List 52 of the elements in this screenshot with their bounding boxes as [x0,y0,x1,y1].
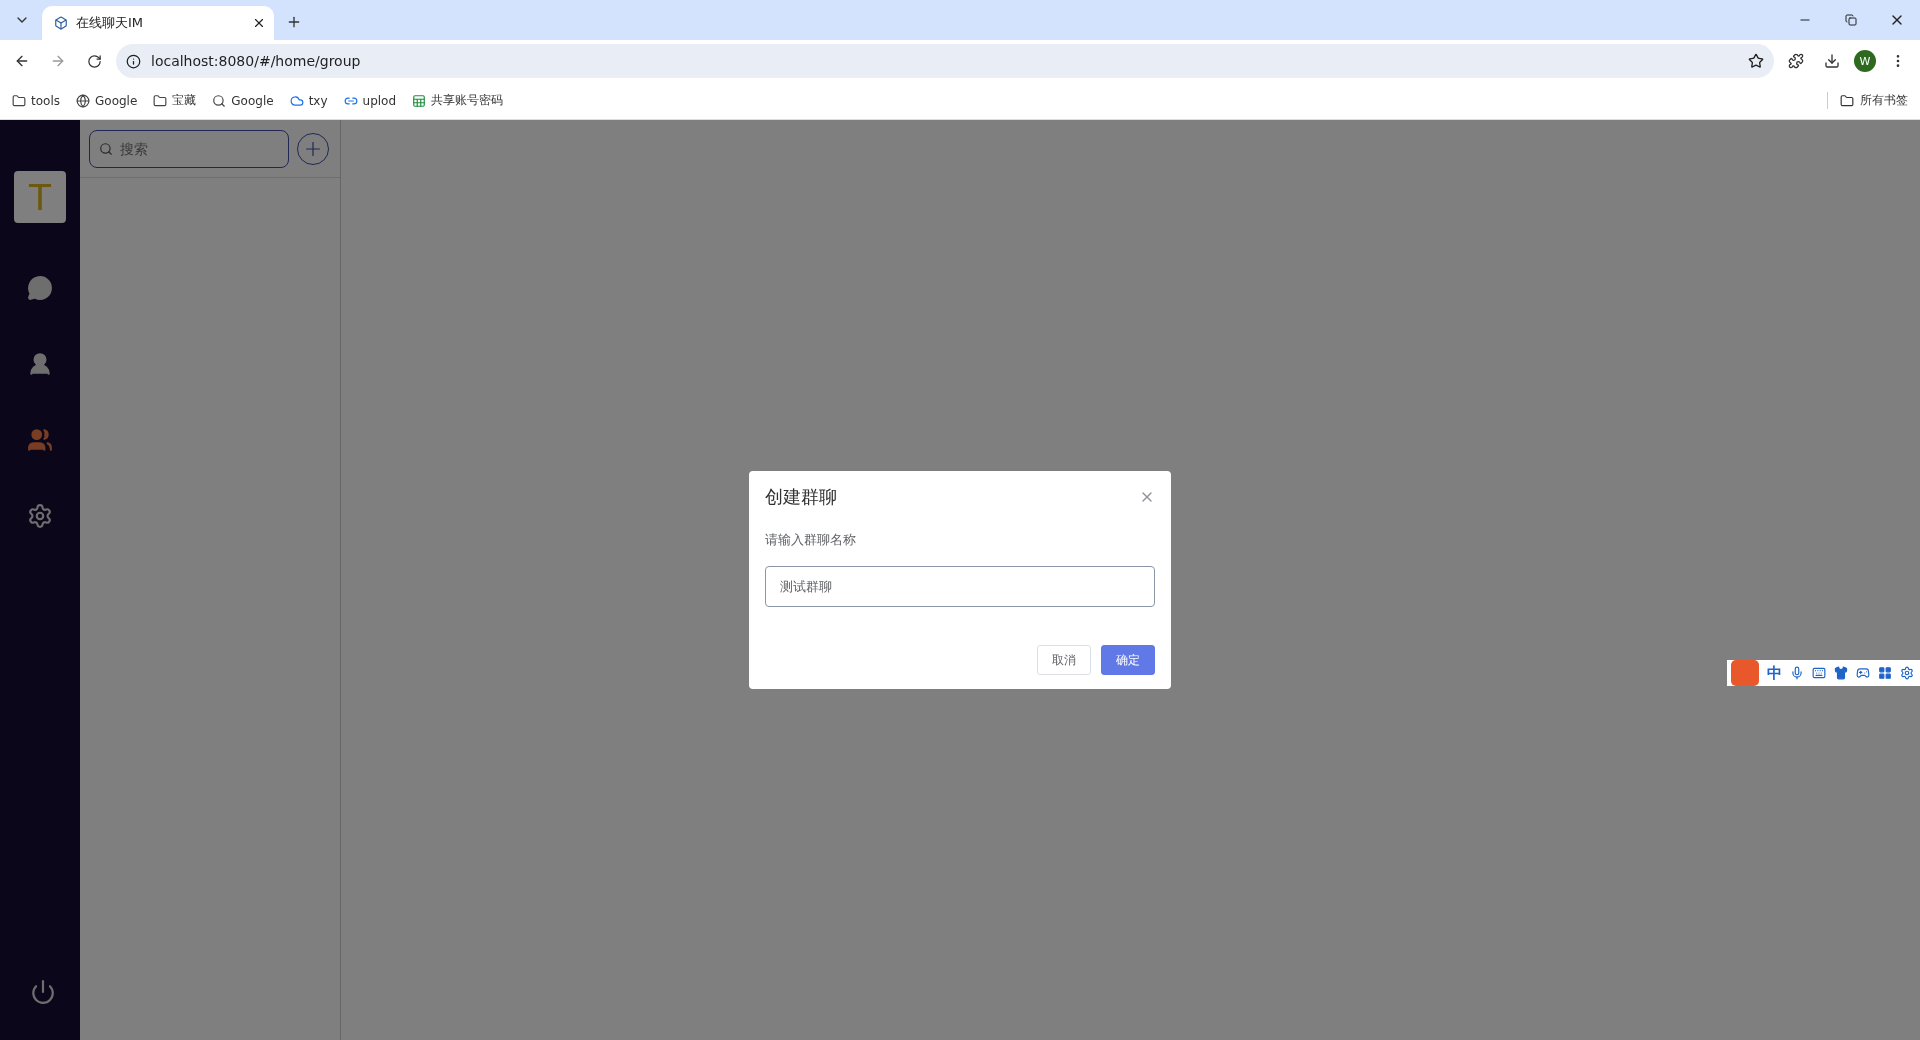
bookmark-label: txy [308,93,328,108]
close-icon[interactable] [252,16,266,30]
bookmark-label: 宝藏 [172,92,197,109]
bookmark-item[interactable]: txy [289,93,328,108]
folder-icon [12,93,26,108]
bookmark-item[interactable]: Google [212,93,274,108]
all-bookmarks-label: 所有书签 [1860,92,1908,109]
bookmark-item[interactable]: Google [76,93,138,108]
browser-tab[interactable]: 在线聊天IM [42,6,274,40]
keyboard-icon[interactable] [1812,666,1826,680]
bookmark-item[interactable]: tools [12,93,60,108]
reload-icon [86,53,102,69]
dialog-title: 创建群聊 [765,485,837,509]
shirt-icon[interactable] [1834,666,1848,680]
bookmark-item[interactable]: 共享账号密码 [412,92,504,109]
address-bar[interactable]: localhost:8080/#/home/group [116,44,1774,78]
bookmark-label: Google [231,93,274,108]
download-icon [1824,53,1840,69]
bookmark-item[interactable]: 宝藏 [153,92,197,109]
cloud-icon [289,93,304,108]
bookmark-label: 共享账号密码 [431,92,504,109]
group-name-field[interactable]: 测试群聊 [765,566,1155,607]
bookmark-label: tools [31,93,60,108]
search-icon [99,141,113,156]
bookmark-star-icon[interactable] [1748,53,1764,69]
forward-arrow-icon [50,53,66,69]
power-icon [30,979,56,1005]
puzzle-icon [1788,53,1804,69]
all-bookmarks-button[interactable]: 所有书签 [1827,92,1908,109]
info-icon[interactable] [126,53,141,69]
logout-button[interactable] [30,979,56,1005]
search-field[interactable]: 搜索 [89,129,289,168]
globe-icon [76,93,90,108]
grid-icon[interactable] [1878,666,1892,680]
ime-logo[interactable] [1731,660,1759,686]
microphone-icon[interactable] [1790,666,1804,680]
bookmark-label: uplod [362,93,397,108]
profile-avatar[interactable]: W [1854,50,1876,72]
settings-icon[interactable] [1900,666,1914,680]
folder-icon [153,93,168,108]
gamepad-icon[interactable] [1856,666,1870,680]
cancel-button[interactable]: 取消 [1037,645,1091,675]
folder-icon [1840,93,1854,108]
cube-icon [54,16,68,30]
bookmark-item[interactable]: uplod [343,93,397,108]
plus-icon [286,14,302,30]
bookmark-label: Google [95,93,138,108]
confirm-button[interactable]: 确定 [1101,645,1155,675]
sheet-icon [412,93,427,108]
field-label: 请输入群聊名称 [765,531,857,549]
restore-icon [1845,14,1857,26]
ime-mode[interactable]: 中 [1767,663,1782,683]
